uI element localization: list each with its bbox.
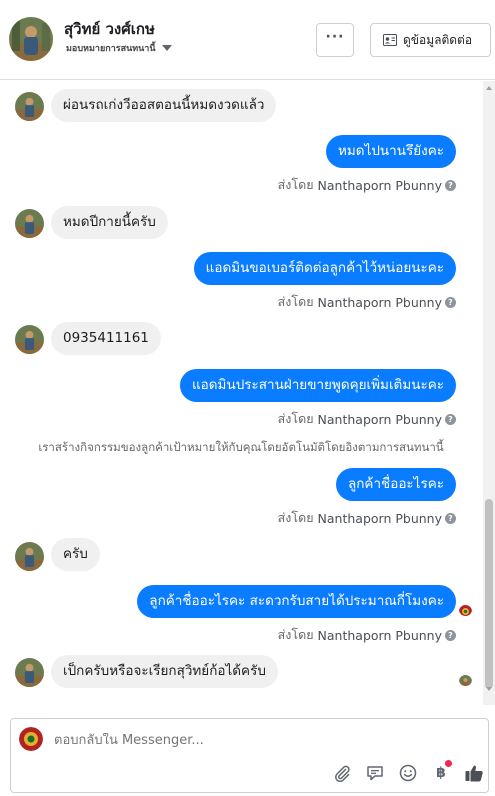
- outgoing-message[interactable]: หมดไปนานรึยังคะ: [326, 135, 456, 168]
- baht-glyph: ฿: [436, 765, 446, 781]
- contact-card-icon: [383, 34, 397, 46]
- conversation-header: สุวิทย์ วงศ์เกษ มอบหมายการสนทนานี้ ··· ด…: [0, 0, 495, 80]
- notification-dot: [445, 760, 452, 767]
- assign-conversation-dropdown[interactable]: มอบหมายการสนทนานี้: [66, 41, 172, 55]
- sent-by-label: ส่งโดย Nanthaporn Pbunny ?: [278, 409, 456, 429]
- scroll-down-icon[interactable]: [486, 687, 492, 691]
- emoji-icon[interactable]: [397, 763, 419, 783]
- incoming-message[interactable]: ครับ: [51, 538, 100, 571]
- view-contact-info-label: ดูข้อมูลติดต่อ: [403, 32, 473, 47]
- sender-name: Nanthaporn Pbunny: [317, 627, 442, 643]
- help-icon[interactable]: ?: [445, 629, 456, 641]
- contact-avatar-small: [15, 209, 44, 238]
- sender-name: Nanthaporn Pbunny: [317, 411, 442, 427]
- outgoing-message[interactable]: แอดมินประสานฝ่ายขายพูดคุยเพิ่มเติมนะคะ: [179, 369, 456, 402]
- outgoing-message[interactable]: ลูกค้าชื่ออะไรคะ: [335, 468, 456, 501]
- sent-by-label: ส่งโดย Nanthaporn Pbunny ?: [278, 292, 456, 312]
- help-icon[interactable]: ?: [445, 179, 456, 191]
- contact-avatar-small: [15, 542, 44, 571]
- contact-avatar[interactable]: [9, 17, 53, 61]
- help-icon[interactable]: ?: [445, 296, 456, 308]
- baht-icon[interactable]: ฿: [430, 760, 452, 783]
- contact-avatar-small: [15, 658, 44, 687]
- assign-label: มอบหมายการสนทนานี้: [66, 44, 156, 54]
- scroll-up-icon[interactable]: [486, 86, 492, 90]
- thread-scrollbar[interactable]: [483, 81, 495, 705]
- more-label: ···: [325, 29, 345, 45]
- thumbs-up-icon[interactable]: [463, 763, 485, 783]
- contact-avatar-small: [15, 325, 44, 354]
- composer-toolbar: ฿: [331, 760, 495, 783]
- system-notice: เราสร้างกิจกรรมของลูกค้าเป้าหมายให้กับคุ…: [38, 440, 444, 454]
- page-avatar: [19, 727, 43, 751]
- incoming-message[interactable]: เป็กครับหรือจะเรียกสุวิทย์ก้อได้ครับ: [51, 655, 278, 688]
- outgoing-message[interactable]: แอดมินขอเบอร์ติดต่อลูกค้าไว้หน่อยนะคะ: [193, 252, 456, 285]
- reply-composer: ฿: [10, 718, 489, 793]
- seen-by-contact-icon: [459, 673, 472, 686]
- caret-down-icon: [161, 45, 172, 51]
- messenger-inbox-panel: สุวิทย์ วงศ์เกษ มอบหมายการสนทนานี้ ··· ด…: [0, 0, 495, 796]
- sender-name: Nanthaporn Pbunny: [317, 177, 442, 193]
- chat-bubble-icon[interactable]: [364, 763, 386, 783]
- incoming-message[interactable]: หมดปีกายนี้ครับ: [51, 206, 168, 239]
- help-icon[interactable]: ?: [445, 413, 456, 425]
- seen-by-page-icon: [459, 603, 472, 616]
- reply-input[interactable]: [54, 733, 354, 748]
- sent-by-label: ส่งโดย Nanthaporn Pbunny ?: [278, 508, 456, 528]
- view-contact-info-button[interactable]: ดูข้อมูลติดต่อ: [370, 23, 491, 57]
- incoming-message[interactable]: 0935411161: [51, 322, 161, 355]
- message-thread: ผ่อนรถเก่งวีออสตอนนี้หมดงวดแล้ว หมดไปนาน…: [0, 81, 482, 705]
- sender-name: Nanthaporn Pbunny: [317, 510, 442, 526]
- more-options-button[interactable]: ···: [316, 23, 354, 57]
- incoming-message[interactable]: ผ่อนรถเก่งวีออสตอนนี้หมดงวดแล้ว: [51, 89, 277, 122]
- sent-by-label: ส่งโดย Nanthaporn Pbunny ?: [278, 175, 456, 195]
- sent-by-label: ส่งโดย Nanthaporn Pbunny ?: [278, 625, 456, 645]
- help-icon[interactable]: ?: [445, 512, 456, 524]
- contact-name[interactable]: สุวิทย์ วงศ์เกษ: [64, 17, 155, 41]
- contact-avatar-small: [15, 92, 44, 121]
- paperclip-icon[interactable]: [331, 763, 353, 783]
- outgoing-message[interactable]: ลูกค้าชื่ออะไรคะ สะดวกรับสายได้ประมาณกี่…: [137, 585, 456, 618]
- scrollbar-thumb[interactable]: [485, 499, 493, 689]
- sender-name: Nanthaporn Pbunny: [317, 294, 442, 310]
